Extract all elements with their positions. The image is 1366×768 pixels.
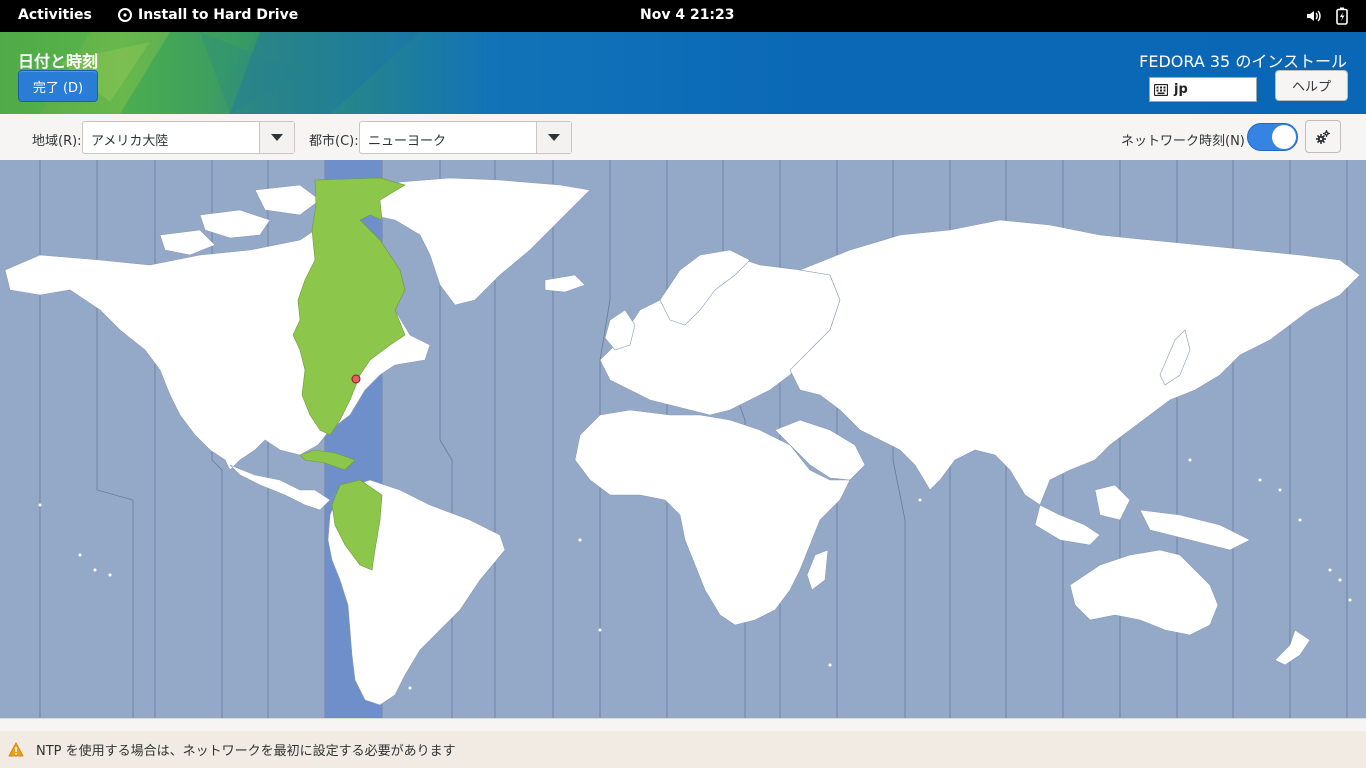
- clock[interactable]: Nov 4 21:23: [640, 7, 735, 23]
- network-time-label: ネットワーク時刻(N): [1121, 134, 1245, 149]
- city-combo[interactable]: ニューヨーク: [359, 121, 572, 154]
- chevron-down-icon: [271, 134, 283, 141]
- warning-text: NTP を使用する場合は、ネットワークを最初に設定する必要があります: [36, 744, 456, 759]
- hard-drive-icon: [118, 8, 132, 22]
- product-title: FEDORA 35 のインストール: [1139, 52, 1347, 71]
- installer-header: 日付と時刻 完了 (D) FEDORA 35 のインストール jp ヘルプ: [0, 32, 1366, 114]
- ntp-settings-button[interactable]: [1305, 120, 1341, 153]
- timezone-controls: 地域(R): アメリカ大陸 都市(C): ニューヨーク ネットワーク時刻(N): [0, 114, 1366, 160]
- app-name: Install to Hard Drive: [138, 7, 299, 23]
- city-label: 都市(C):: [309, 134, 359, 149]
- new-zealand: [1274, 629, 1311, 666]
- gear-icon: [1316, 129, 1330, 144]
- done-button[interactable]: 完了 (D): [18, 70, 98, 102]
- switch-knob: [1272, 125, 1296, 149]
- gnome-top-bar: Activities Install to Hard Drive Nov 4 2…: [0, 0, 1366, 32]
- britain: [604, 309, 636, 351]
- asia: [789, 219, 1361, 506]
- keyboard-layout-indicator[interactable]: jp: [1149, 77, 1257, 102]
- region-value: アメリカ大陸: [91, 134, 169, 149]
- continents: [4, 177, 1361, 706]
- chevron-down-icon: [548, 134, 560, 141]
- madagascar: [806, 549, 829, 591]
- activities-button[interactable]: Activities: [18, 7, 92, 23]
- help-button[interactable]: ヘルプ: [1275, 70, 1348, 101]
- region-combo[interactable]: アメリカ大陸: [82, 121, 295, 154]
- region-dropdown-button[interactable]: [259, 122, 294, 153]
- australia: [1069, 549, 1219, 636]
- timezone-map[interactable]: [0, 160, 1366, 719]
- warning-bar: NTP を使用する場合は、ネットワークを最初に設定する必要があります: [0, 731, 1366, 768]
- central-america: [229, 464, 341, 511]
- world-map: [4, 160, 1361, 718]
- warning-icon: [8, 742, 24, 757]
- city-dropdown-button[interactable]: [536, 122, 571, 153]
- network-time-switch[interactable]: [1247, 123, 1298, 151]
- system-tray[interactable]: [1306, 7, 1348, 25]
- app-menu[interactable]: Install to Hard Drive: [118, 7, 298, 23]
- city-marker: [351, 374, 361, 384]
- volume-icon: [1307, 10, 1321, 22]
- region-label: 地域(R):: [32, 134, 82, 149]
- keyboard-icon: [1154, 83, 1168, 96]
- battery-icon: [1336, 7, 1348, 25]
- iceland: [544, 274, 586, 293]
- keyboard-layout-value: jp: [1174, 82, 1188, 97]
- page-title: 日付と時刻: [18, 52, 99, 71]
- city-value: ニューヨーク: [368, 134, 447, 149]
